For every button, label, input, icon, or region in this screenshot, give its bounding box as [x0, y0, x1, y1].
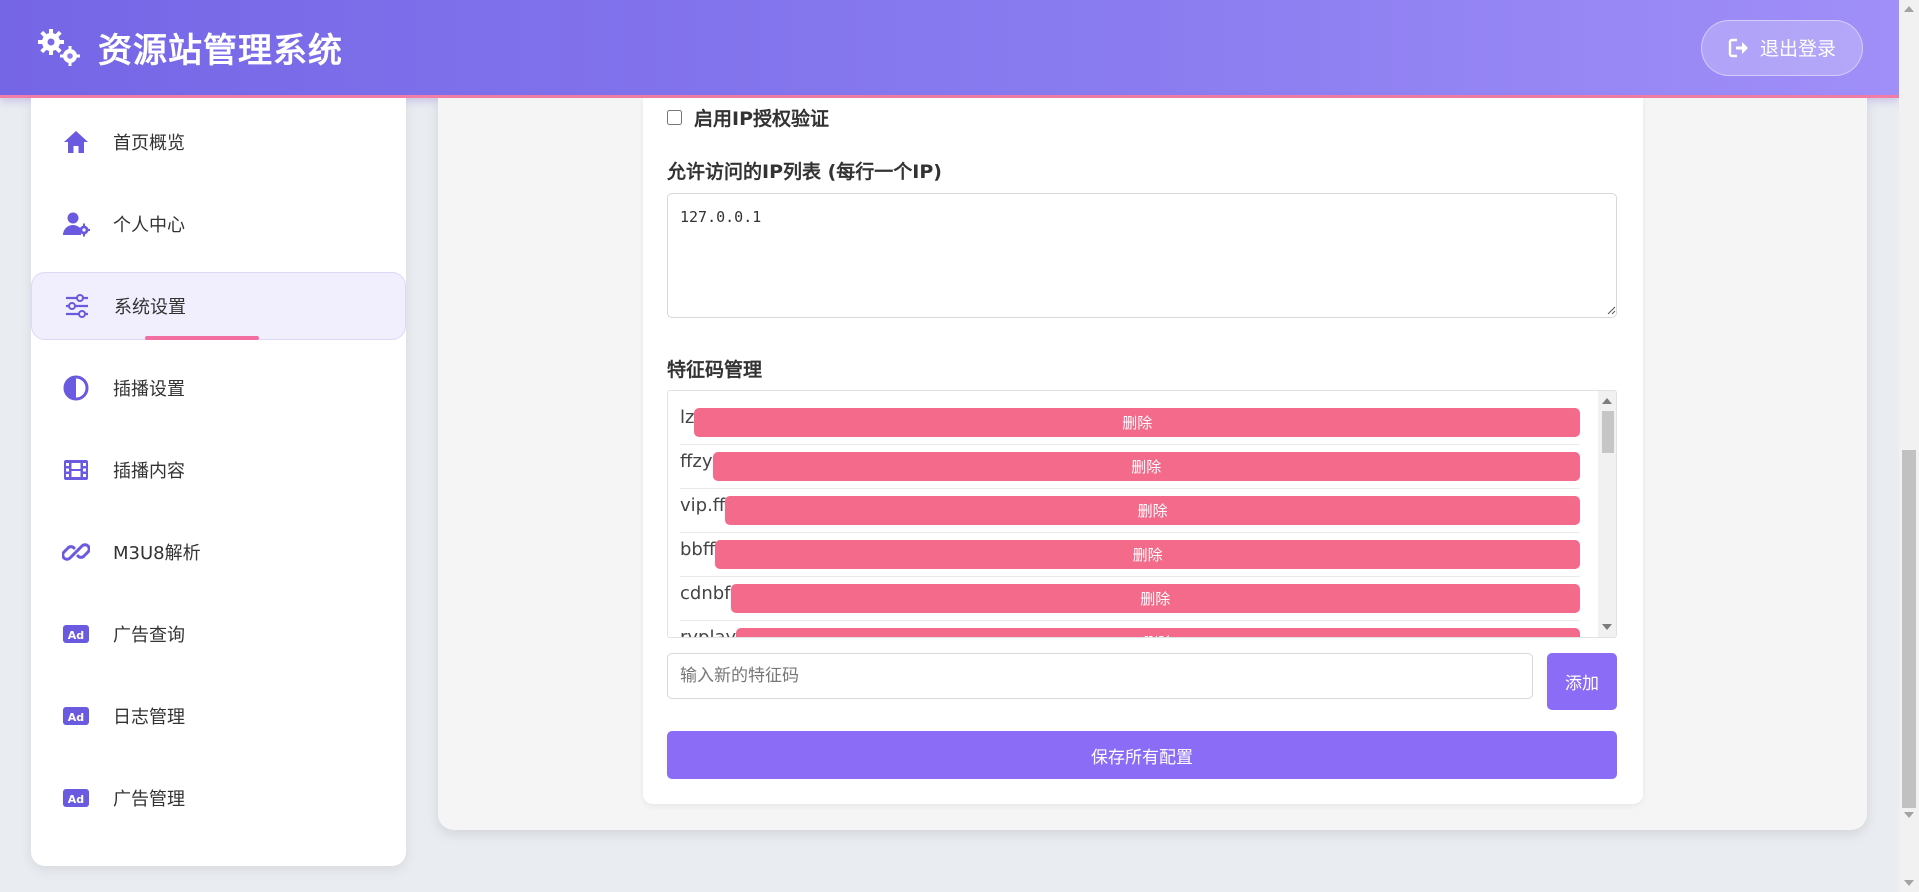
gears-icon: [38, 28, 80, 66]
top-header: 资源站管理系统 退出登录: [0, 0, 1899, 98]
save-all-button[interactable]: 保存所有配置: [667, 731, 1617, 779]
film-icon: [61, 455, 91, 485]
page-scroll-up-icon[interactable]: [1904, 6, 1914, 12]
svg-text:Ad: Ad: [68, 711, 84, 724]
add-feature-button[interactable]: 添加: [1547, 653, 1617, 710]
feature-code: ffzy: [680, 451, 713, 472]
svg-text:Ad: Ad: [68, 793, 84, 806]
sidebar-item-label: 广告查询: [113, 625, 185, 646]
delete-feature-button[interactable]: 删除: [725, 496, 1580, 525]
sidebar: 首页概览 个人中心 系统设置 插播设置 插播内容 M3U8解析 Ad 广告查询 …: [31, 98, 406, 866]
delete-feature-button[interactable]: 删除: [730, 584, 1580, 613]
feature-row: bbff 删除: [680, 533, 1580, 577]
feature-list-inner: lz删除ffzy删除vip.ff删除bbff删除cdnbf删除ryplay删除: [680, 401, 1580, 638]
sidebar-item-label: M3U8解析: [113, 543, 201, 564]
sidebar-item-ad-manage[interactable]: Ad 广告管理: [31, 764, 406, 832]
user-gear-icon: [61, 209, 91, 239]
sidebar-item-label: 首页概览: [113, 133, 185, 154]
sidebar-item-insert-content[interactable]: 插播内容: [31, 436, 406, 504]
sidebar-item-ad-query[interactable]: Ad 广告查询: [31, 600, 406, 668]
page-scrollbar[interactable]: [1899, 0, 1919, 892]
sidebar-item-label: 广告管理: [113, 789, 185, 810]
feature-code: bbff: [680, 539, 716, 560]
svg-text:Ad: Ad: [68, 629, 84, 642]
half-circle-icon: [61, 373, 91, 403]
sidebar-item-profile[interactable]: 个人中心: [31, 190, 406, 258]
ip-list-label: 允许访问的IP列表 (每行一个IP): [667, 161, 942, 183]
delete-feature-button[interactable]: 删除: [736, 628, 1580, 637]
delete-feature-button[interactable]: 删除: [694, 408, 1580, 437]
scrollbar-thumb[interactable]: [1602, 411, 1614, 453]
feature-row: ryplay删除: [680, 621, 1580, 638]
page-scroll-end-icon[interactable]: [1904, 880, 1914, 886]
link-icon: [61, 537, 91, 567]
feature-row: ffzy 删除: [680, 445, 1580, 489]
ip-auth-label: 启用IP授权验证: [694, 108, 829, 130]
feature-row: vip.ff 删除: [680, 489, 1580, 533]
page-scrollbar-thumb[interactable]: [1902, 450, 1916, 808]
feature-code: cdnbf: [680, 583, 731, 604]
settings-card: 启用IP授权验证 允许访问的IP列表 (每行一个IP) 特征码管理 lz删除ff…: [643, 98, 1643, 804]
sidebar-item-home[interactable]: 首页概览: [31, 108, 406, 176]
feature-row: lz 删除: [680, 401, 1580, 445]
sidebar-item-label: 插播内容: [113, 461, 185, 482]
feature-list-scrollbar[interactable]: [1598, 391, 1616, 637]
feature-code: ryplay: [680, 627, 737, 638]
main-panel: 启用IP授权验证 允许访问的IP列表 (每行一个IP) 特征码管理 lz删除ff…: [438, 98, 1867, 830]
feature-row: cdnbf 删除: [680, 577, 1580, 621]
delete-feature-button[interactable]: 删除: [712, 452, 1580, 481]
page-scroll-down-icon[interactable]: [1904, 812, 1914, 818]
ad-icon: Ad: [61, 701, 91, 731]
logout-button[interactable]: 退出登录: [1701, 19, 1863, 76]
resize-grip-icon[interactable]: [1607, 306, 1616, 315]
feature-list[interactable]: lz删除ffzy删除vip.ff删除bbff删除cdnbf删除ryplay删除: [667, 390, 1617, 638]
ip-auth-checkbox[interactable]: [667, 110, 682, 125]
new-feature-input[interactable]: [667, 653, 1533, 699]
ip-auth-toggle[interactable]: 启用IP授权验证: [667, 104, 829, 131]
ad-icon: Ad: [61, 619, 91, 649]
sidebar-item-m3u8[interactable]: M3U8解析: [31, 518, 406, 586]
sliders-icon: [62, 291, 92, 321]
feature-code: vip.ff: [680, 495, 726, 516]
sidebar-item-logs[interactable]: Ad 日志管理: [31, 682, 406, 750]
logout-label: 退出登录: [1759, 38, 1836, 60]
sidebar-item-label: 系统设置: [114, 297, 186, 318]
app-title: 资源站管理系统: [98, 31, 343, 71]
sidebar-item-settings[interactable]: 系统设置: [31, 272, 406, 340]
ad-icon: Ad: [61, 783, 91, 813]
sidebar-item-label: 个人中心: [113, 215, 185, 236]
brand: 资源站管理系统: [36, 23, 343, 72]
scroll-down-icon[interactable]: [1602, 624, 1612, 630]
sign-out-icon: [1728, 38, 1748, 57]
feature-code: lz: [680, 407, 695, 428]
feature-title: 特征码管理: [667, 359, 763, 381]
ip-list-textarea[interactable]: [667, 193, 1617, 318]
sidebar-item-insert-settings[interactable]: 插播设置: [31, 354, 406, 422]
delete-feature-button[interactable]: 删除: [715, 540, 1580, 569]
home-icon: [61, 127, 91, 157]
sidebar-item-label: 日志管理: [113, 707, 185, 728]
sidebar-item-label: 插播设置: [113, 379, 185, 400]
scroll-up-icon[interactable]: [1602, 398, 1612, 404]
